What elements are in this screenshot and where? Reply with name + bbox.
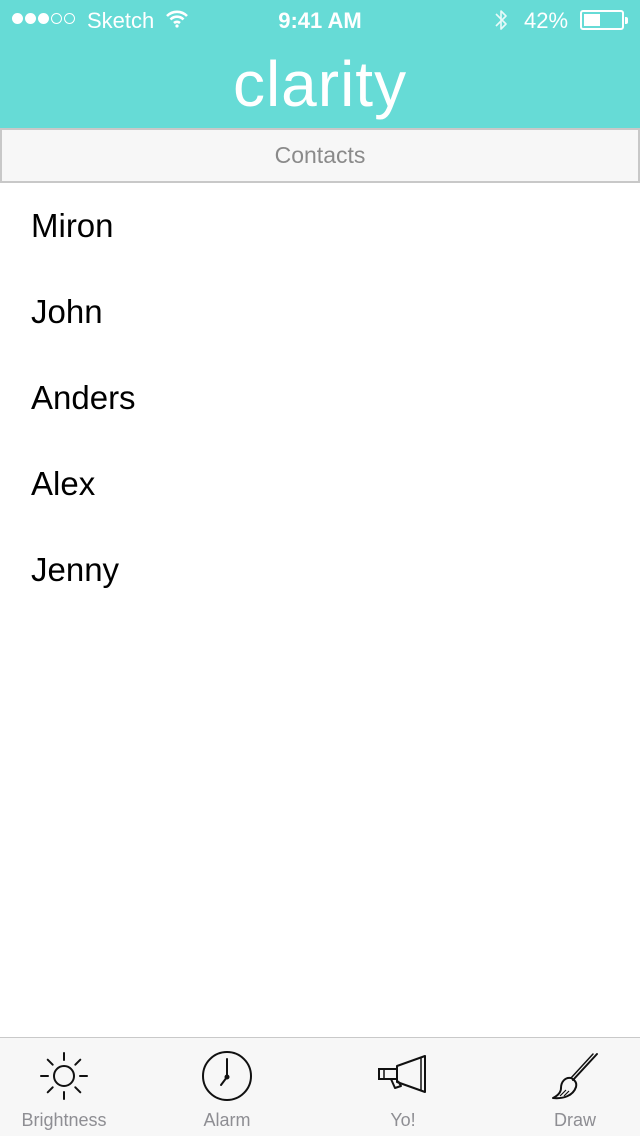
contact-item[interactable]: Anders	[0, 355, 640, 441]
contacts-section-header: Contacts	[0, 128, 640, 183]
tab-label: Alarm	[203, 1110, 251, 1130]
battery-percentage: 42%	[524, 8, 569, 33]
contact-item[interactable]: Miron	[0, 183, 640, 269]
contact-list: Miron John Anders Alex Jenny	[0, 183, 640, 613]
clock-icon	[202, 1051, 252, 1101]
bluetooth-icon	[495, 10, 507, 30]
contact-item[interactable]: Alex	[0, 441, 640, 527]
app-header: Sketch 9:41 AM 42% clarity	[0, 0, 640, 128]
tab-label: Yo!	[390, 1110, 416, 1130]
tab-alarm[interactable]: Alarm	[167, 1038, 287, 1137]
sun-icon	[40, 1052, 88, 1100]
status-bar: Sketch 9:41 AM 42%	[0, 0, 640, 40]
tab-brightness[interactable]: Brightness	[4, 1038, 124, 1137]
tab-label: Draw	[553, 1110, 596, 1130]
tab-draw[interactable]: Draw	[515, 1038, 635, 1137]
tab-bar: Brightness Alarm Yo! Draw	[0, 1037, 640, 1136]
megaphone-icon	[378, 1055, 426, 1093]
contact-item[interactable]: Jenny	[0, 527, 640, 613]
contact-item[interactable]: John	[0, 269, 640, 355]
app-title: clarity	[232, 48, 408, 120]
paintbrush-icon	[552, 1053, 598, 1100]
tab-yo[interactable]: Yo!	[343, 1038, 463, 1137]
battery-icon	[580, 10, 628, 30]
tab-label: Brightness	[21, 1110, 107, 1130]
